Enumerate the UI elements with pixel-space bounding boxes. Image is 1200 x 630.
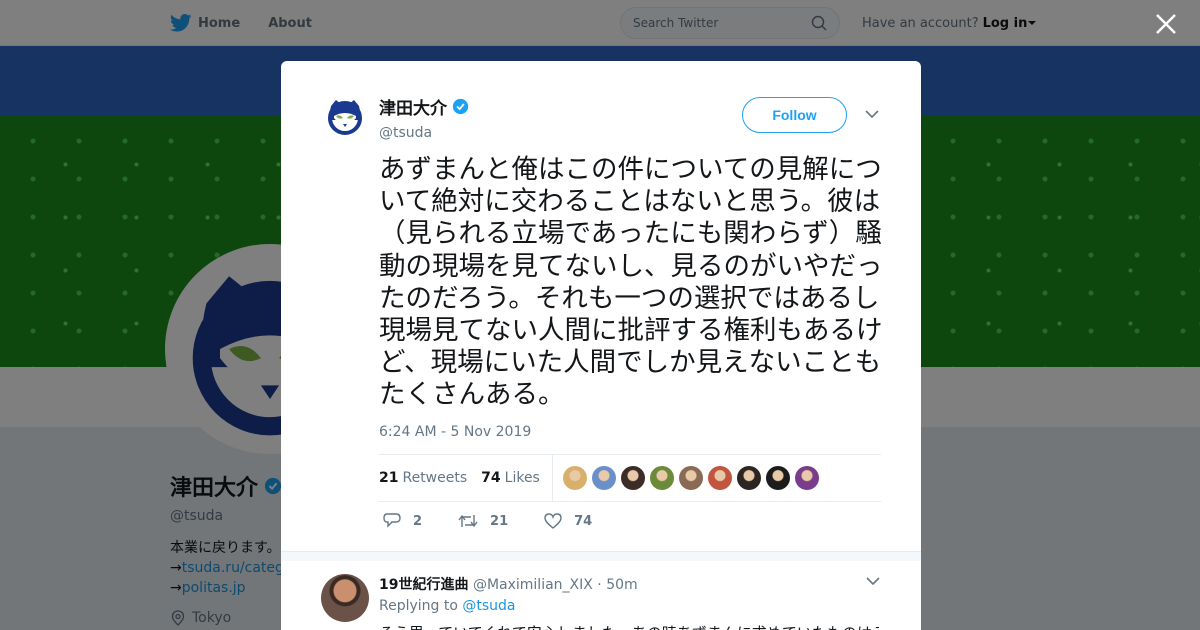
reply-action[interactable]: 2 — [383, 513, 422, 529]
follow-button[interactable]: Follow — [742, 97, 847, 133]
retweets-label: Retweets — [402, 470, 468, 486]
author-avatar[interactable] — [323, 94, 367, 138]
author-name-text: 津田大介 — [379, 99, 447, 119]
tweet-actions: 2 21 74 — [383, 513, 628, 529]
chevron-down-icon[interactable] — [865, 109, 879, 119]
likes-stat[interactable]: 74 Likes — [481, 470, 540, 486]
close-icon[interactable] — [1153, 11, 1179, 37]
reply-dot: · — [597, 577, 602, 593]
reply-avatar[interactable] — [321, 574, 369, 622]
reply-icon — [383, 513, 401, 528]
reply-time[interactable]: 50m — [606, 577, 637, 593]
stats-separator — [551, 454, 553, 502]
replies-divider — [281, 551, 921, 561]
tweet-stats: 21 Retweets 74 Likes — [379, 454, 881, 502]
liker-avatar[interactable] — [620, 466, 645, 490]
heart-icon — [544, 513, 562, 529]
retweet-count: 21 — [490, 513, 509, 529]
verified-badge-icon — [452, 98, 469, 115]
like-action[interactable]: 74 — [544, 513, 592, 529]
like-count: 74 — [574, 513, 593, 529]
liker-avatar[interactable] — [678, 466, 703, 490]
liker-avatar[interactable] — [562, 466, 587, 490]
chevron-down-icon[interactable] — [866, 576, 880, 586]
retweets-count: 21 — [379, 470, 399, 486]
liker-avatar[interactable] — [794, 466, 819, 490]
reply-author-handle[interactable]: @Maximilian_XIX — [473, 577, 593, 593]
reply-author-name[interactable]: 19世紀行進曲 — [379, 577, 468, 593]
reply-header: 19世紀行進曲 @Maximilian_XIX · 50m — [379, 574, 638, 594]
liker-avatars — [562, 466, 824, 490]
retweet-action[interactable]: 21 — [458, 513, 508, 529]
reply-text: そう思っていてくれて安心しました。あの時あずまんに求めていたものはそう — [379, 622, 879, 630]
tweet-timestamp[interactable]: 6:24 AM - 5 Nov 2019 — [379, 424, 531, 440]
tweet-modal: 津田大介 @tsuda Follow あずまんと俺はこの件についての見解について… — [281, 61, 921, 630]
replying-to: Replying to @tsuda — [379, 598, 516, 614]
replying-to-label: Replying to — [379, 598, 458, 614]
author-handle[interactable]: @tsuda — [379, 125, 579, 141]
retweet-icon — [458, 514, 478, 528]
tweet-header: 津田大介 @tsuda — [323, 94, 469, 141]
replying-to-handle[interactable]: @tsuda — [462, 598, 515, 614]
likes-label: Likes — [504, 470, 540, 486]
liker-avatar[interactable] — [649, 466, 674, 490]
liker-avatar[interactable] — [765, 466, 790, 490]
author-name[interactable]: 津田大介 — [379, 94, 579, 119]
retweets-stat[interactable]: 21 Retweets — [379, 470, 467, 486]
tweet-text: あずまんと俺はこの件についての見解について絶対に交わることはないと思う。彼は（見… — [379, 154, 883, 411]
liker-avatar[interactable] — [736, 466, 761, 490]
liker-avatar[interactable] — [707, 466, 732, 490]
likes-count: 74 — [481, 470, 501, 486]
liker-avatar[interactable] — [591, 466, 616, 490]
author-names: 津田大介 @tsuda — [379, 94, 579, 141]
reply-count: 2 — [413, 513, 423, 529]
